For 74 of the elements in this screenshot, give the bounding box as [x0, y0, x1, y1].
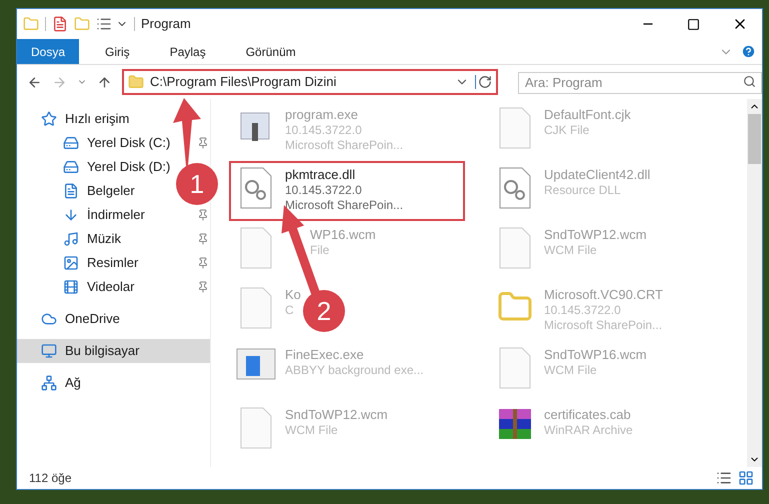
- file-detail: WinRAR Archive: [544, 423, 633, 438]
- sidebar-icon: [41, 111, 57, 127]
- blank-file-icon: [497, 107, 533, 149]
- ribbon-tab[interactable]: Görünüm: [232, 39, 310, 64]
- folder-icon: [23, 16, 39, 32]
- search-icon: [743, 75, 756, 88]
- sidebar-item[interactable]: Resimler: [17, 251, 167, 275]
- folder-icon: [128, 74, 144, 90]
- blank-file-icon: [238, 287, 274, 329]
- address-bar[interactable]: C:\Program Files\Program Dizini: [122, 69, 498, 95]
- up-icon[interactable]: [97, 74, 112, 90]
- blank-file-icon: [238, 227, 274, 269]
- gear-file-icon: [238, 167, 274, 209]
- file-detail: 10.145.3722.0: [544, 303, 621, 318]
- details-view-icon[interactable]: [716, 470, 732, 486]
- blank-file-icon: [497, 347, 533, 389]
- ribbon-tab[interactable]: Paylaş: [156, 39, 220, 64]
- sidebar-item[interactable]: Yerel Disk (D:): [17, 155, 167, 179]
- sidebar-item[interactable]: Yerel Disk (C:): [17, 131, 167, 155]
- sidebar-item[interactable]: Belgeler: [17, 179, 167, 203]
- tiles-view-icon[interactable]: [738, 470, 754, 486]
- sidebar-item[interactable]: OneDrive: [17, 307, 167, 331]
- pin-icon[interactable]: [197, 281, 209, 293]
- sidebar-icon: [41, 311, 57, 327]
- item-count: 112 öğe: [29, 470, 72, 487]
- file-detail: Microsoft SharePoin...: [285, 138, 404, 153]
- file-detail: File: [310, 243, 330, 258]
- sidebar-icon: [63, 279, 79, 295]
- sidebar-item[interactable]: Müzik: [17, 227, 167, 251]
- sidebar-icon: [63, 207, 79, 223]
- pin-icon[interactable]: [197, 137, 209, 149]
- view-icon: [96, 16, 112, 32]
- file-detail: WCM File: [544, 243, 597, 258]
- file-detail: Resource DLL: [544, 183, 621, 198]
- sidebar-icon: [63, 255, 79, 271]
- scroll-thumb[interactable]: [748, 114, 761, 164]
- new-folder-icon: [74, 16, 90, 32]
- ribbon-tab[interactable]: Giriş: [91, 39, 144, 64]
- pin-icon[interactable]: [197, 209, 209, 221]
- ribbon-tab[interactable]: Dosya: [17, 39, 80, 64]
- file-detail: WCM File: [285, 423, 338, 438]
- help-icon: [741, 44, 756, 59]
- pin-icon[interactable]: [197, 257, 209, 269]
- back-icon[interactable]: [27, 74, 42, 90]
- file-detail: CJK File: [544, 123, 590, 138]
- blank-file-icon: [497, 227, 533, 269]
- refresh-icon: [475, 75, 492, 89]
- sidebar-item[interactable]: Bu bilgisayar: [17, 339, 210, 363]
- gear-file-icon: [497, 167, 533, 209]
- sidebar-item[interactable]: Hızlı erişim: [17, 107, 167, 131]
- sidebar-icon: [63, 159, 79, 175]
- maximize-icon[interactable]: [687, 18, 700, 30]
- sidebar-icon: [63, 183, 79, 199]
- sidebar-item[interactable]: Videolar: [17, 275, 167, 299]
- search-field[interactable]: Ara: Program: [518, 72, 762, 94]
- window-title: Program: [141, 15, 191, 34]
- sidebar-icon: [63, 135, 79, 151]
- file-detail: Microsoft SharePoin...: [285, 198, 404, 213]
- file-detail: 10.145.3722.0: [285, 183, 362, 198]
- sidebar-item[interactable]: İndirmeler: [17, 203, 167, 227]
- file-detail: C: [285, 303, 294, 318]
- sidebar-icon: [41, 375, 57, 391]
- pin-icon[interactable]: [197, 233, 209, 245]
- properties-icon: [52, 16, 68, 32]
- file-detail: 10.145.3722.0: [285, 123, 362, 138]
- sidebar-icon: [41, 343, 57, 359]
- blank-file-icon: [238, 407, 274, 449]
- sidebar-item[interactable]: Ağ: [17, 371, 167, 395]
- file-detail: ABBYY background exe...: [285, 363, 424, 378]
- file-name[interactable]: pkmtrace.dll: [285, 167, 356, 183]
- sidebar-icon: [63, 231, 79, 247]
- scrollbar[interactable]: [747, 99, 762, 467]
- file-detail: Microsoft SharePoin...: [544, 318, 662, 333]
- file-detail: WCM File: [544, 363, 597, 378]
